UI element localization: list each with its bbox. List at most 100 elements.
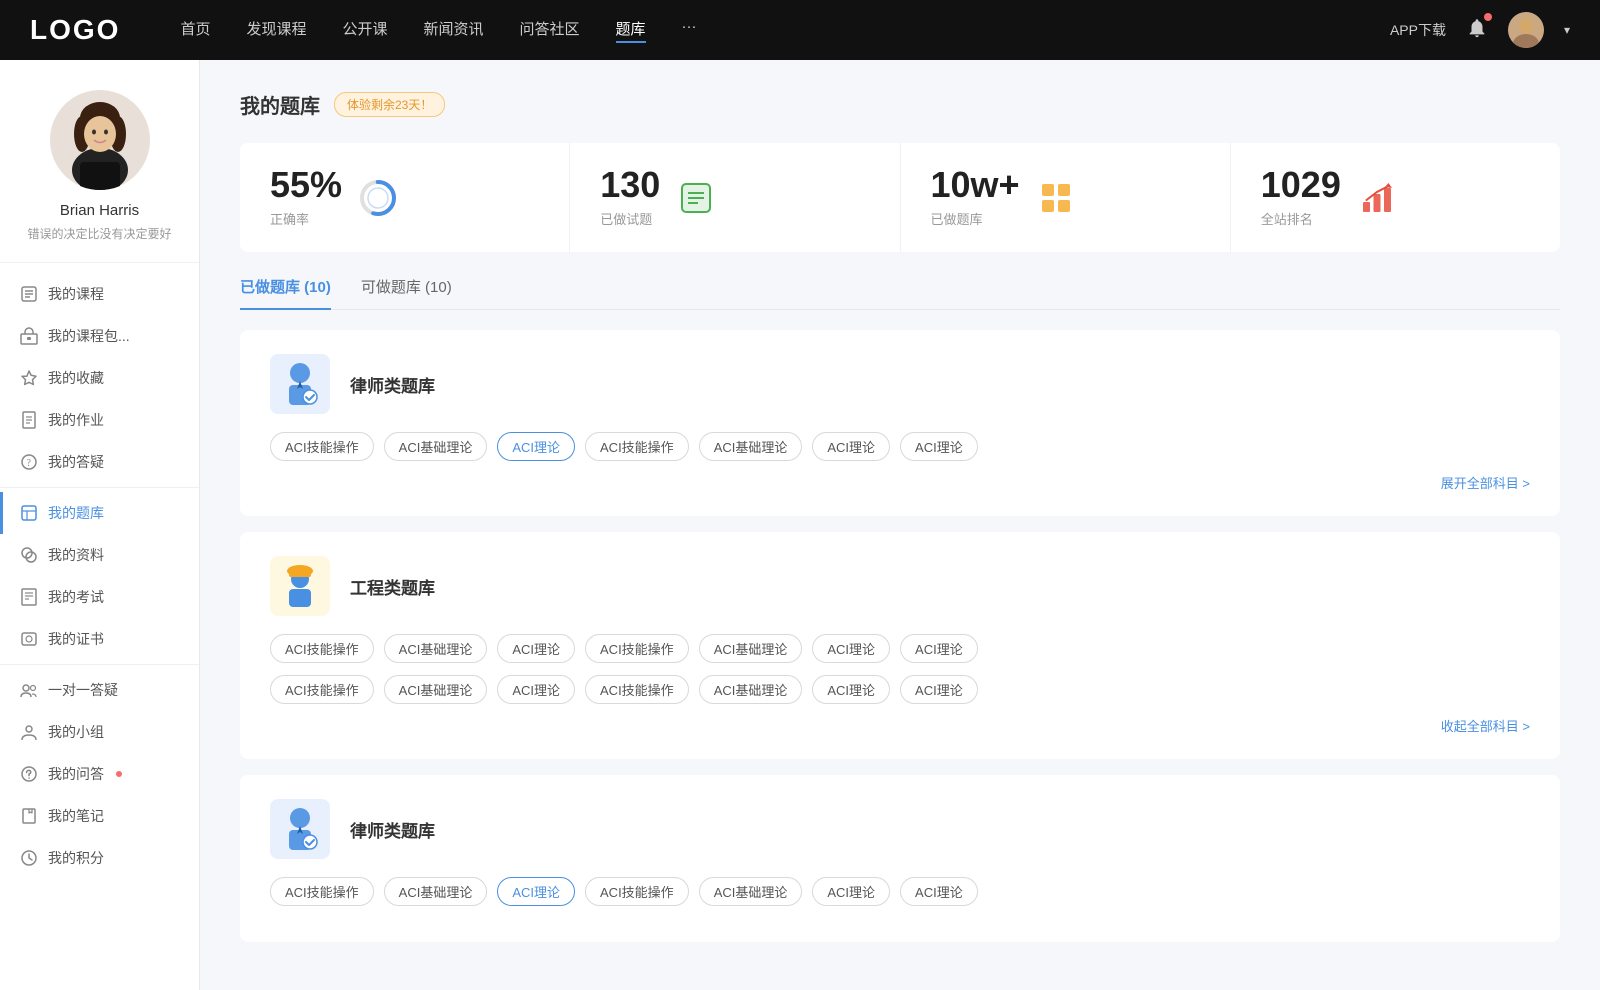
tab-done-banks[interactable]: 已做题库 (10) <box>240 276 331 309</box>
tag[interactable]: ACI技能操作 <box>585 877 689 906</box>
user-dropdown-arrow[interactable]: ▾ <box>1564 23 1570 37</box>
bank-title-lawyer-2: 律师类题库 <box>350 817 435 842</box>
bank-title-lawyer-1: 律师类题库 <box>350 372 435 397</box>
tag[interactable]: ACI技能操作 <box>270 634 374 663</box>
tag[interactable]: ACI理论 <box>900 432 978 461</box>
tag[interactable]: ACI技能操作 <box>270 432 374 461</box>
sidebar-item-group[interactable]: 我的小组 <box>0 711 199 753</box>
tag[interactable]: ACI理论 <box>900 634 978 663</box>
tag[interactable]: ACI理论 <box>812 634 890 663</box>
collapse-link-engineer[interactable]: 收起全部科目 > <box>270 716 1530 735</box>
sidebar-item-package[interactable]: 我的课程包... <box>0 315 199 357</box>
tag[interactable]: ACI基础理论 <box>699 877 803 906</box>
sidebar-item-exam[interactable]: 我的考试 <box>0 576 199 618</box>
qa-icon <box>20 765 38 783</box>
bank-icon-lawyer-2 <box>270 799 330 859</box>
group-icon <box>20 723 38 741</box>
stat-value-correctness: 55% <box>270 167 342 203</box>
points-icon <box>20 849 38 867</box>
nav-news[interactable]: 新闻资讯 <box>424 18 484 43</box>
tag[interactable]: ACI基础理论 <box>699 675 803 704</box>
nav-bank[interactable]: 题库 <box>616 18 646 43</box>
svg-text:?: ? <box>27 458 32 469</box>
tag[interactable]: ACI基础理论 <box>384 634 488 663</box>
stat-label-rank: 全站排名 <box>1261 209 1341 228</box>
tag[interactable]: ACI基础理论 <box>384 675 488 704</box>
main-container: Brian Harris 错误的决定比没有决定要好 我的课程 <box>0 60 1600 990</box>
stat-done-banks: 10w+ 已做题库 <box>901 143 1231 252</box>
tabs-row: 已做题库 (10) 可做题库 (10) <box>240 276 1560 310</box>
tag[interactable]: ACI基础理论 <box>699 634 803 663</box>
stat-value-done: 130 <box>600 167 660 203</box>
tag[interactable]: ACI理论 <box>812 877 890 906</box>
page-title: 我的题库 <box>240 90 320 119</box>
tag[interactable]: ACI基础理论 <box>384 432 488 461</box>
sidebar-item-favorites[interactable]: 我的收藏 <box>0 357 199 399</box>
package-icon <box>20 327 38 345</box>
sidebar-item-material[interactable]: 我的资料 <box>0 534 199 576</box>
sidebar-item-one-on-one[interactable]: 一对一答疑 <box>0 669 199 711</box>
user-motto: 错误的决定比没有决定要好 <box>27 225 171 242</box>
notification-button[interactable] <box>1466 17 1488 44</box>
tag[interactable]: ACI理论 <box>812 675 890 704</box>
sidebar-item-points[interactable]: 我的积分 <box>0 837 199 879</box>
bank-card-lawyer-2: 律师类题库 ACI技能操作 ACI基础理论 ACI理论 ACI技能操作 ACI基… <box>240 775 1560 942</box>
stat-value-rank: 1029 <box>1261 167 1341 203</box>
star-icon <box>20 369 38 387</box>
sidebar-item-homework[interactable]: 我的作业 <box>0 399 199 441</box>
nav-discover[interactable]: 发现课程 <box>246 18 306 43</box>
notification-badge <box>1484 13 1492 21</box>
nav-more[interactable]: ··· <box>682 18 697 43</box>
navbar-right: APP下载 ▾ <box>1390 12 1570 48</box>
nav-opencourse[interactable]: 公开课 <box>342 18 387 43</box>
stat-label-banks: 已做题库 <box>931 209 1020 228</box>
tag[interactable]: ACI基础理论 <box>384 877 488 906</box>
sidebar-item-certificate[interactable]: 我的证书 <box>0 618 199 660</box>
user-name: Brian Harris <box>60 202 139 219</box>
tag[interactable]: ACI技能操作 <box>585 675 689 704</box>
stat-icon-banks <box>1036 178 1076 218</box>
tag-active[interactable]: ACI理论 <box>497 432 575 461</box>
nav-qa[interactable]: 问答社区 <box>520 18 580 43</box>
bank-icon-engineer <box>270 556 330 616</box>
tag[interactable]: ACI理论 <box>497 675 575 704</box>
sidebar-menu: 我的课程 我的课程包... <box>0 263 199 889</box>
sidebar-item-bank[interactable]: 我的题库 <box>0 492 199 534</box>
tag[interactable]: ACI技能操作 <box>585 634 689 663</box>
expand-link-lawyer-1[interactable]: 展开全部科目 > <box>270 473 1530 492</box>
tag[interactable]: ACI理论 <box>900 675 978 704</box>
trial-badge: 体验剩余23天！ <box>334 92 445 117</box>
stats-row: 55% 正确率 130 已做试题 <box>240 143 1560 252</box>
tab-available-banks[interactable]: 可做题库 (10) <box>361 276 452 309</box>
tag-active[interactable]: ACI理论 <box>497 877 575 906</box>
qa-red-dot <box>116 771 122 777</box>
tag[interactable]: ACI理论 <box>497 634 575 663</box>
sidebar-item-course[interactable]: 我的课程 <box>0 273 199 315</box>
user-profile: Brian Harris 错误的决定比没有决定要好 <box>0 90 199 263</box>
app-download-link[interactable]: APP下载 <box>1390 20 1446 40</box>
tag[interactable]: ACI理论 <box>900 877 978 906</box>
tag[interactable]: ACI技能操作 <box>585 432 689 461</box>
sidebar-item-my-qa[interactable]: 我的问答 <box>0 753 199 795</box>
page-header: 我的题库 体验剩余23天！ <box>240 90 1560 119</box>
sidebar-item-notes[interactable]: 我的笔记 <box>0 795 199 837</box>
nav-home[interactable]: 首页 <box>180 18 210 43</box>
tag[interactable]: ACI技能操作 <box>270 877 374 906</box>
tag[interactable]: ACI基础理论 <box>699 432 803 461</box>
stat-value-banks: 10w+ <box>931 167 1020 203</box>
user-avatar-large <box>50 90 150 190</box>
stat-done-questions: 130 已做试题 <box>570 143 900 252</box>
stat-icon-done <box>676 178 716 218</box>
stat-rank: 1029 全站排名 <box>1231 143 1560 252</box>
homework-icon <box>20 411 38 429</box>
question-icon: ? <box>20 453 38 471</box>
tag[interactable]: ACI技能操作 <box>270 675 374 704</box>
sidebar-item-qa-answer[interactable]: ? 我的答疑 <box>0 441 199 483</box>
user-avatar-nav[interactable] <box>1508 12 1544 48</box>
one-on-one-icon <box>20 681 38 699</box>
tags-row-lawyer-1: ACI技能操作 ACI基础理论 ACI理论 ACI技能操作 ACI基础理论 AC… <box>270 432 1530 461</box>
nav-menu: 首页 发现课程 公开课 新闻资讯 问答社区 题库 ··· <box>180 18 1390 43</box>
navbar: LOGO 首页 发现课程 公开课 新闻资讯 问答社区 题库 ··· APP下载 … <box>0 0 1600 60</box>
tags-row-lawyer-2: ACI技能操作 ACI基础理论 ACI理论 ACI技能操作 ACI基础理论 AC… <box>270 877 1530 906</box>
tag[interactable]: ACI理论 <box>812 432 890 461</box>
